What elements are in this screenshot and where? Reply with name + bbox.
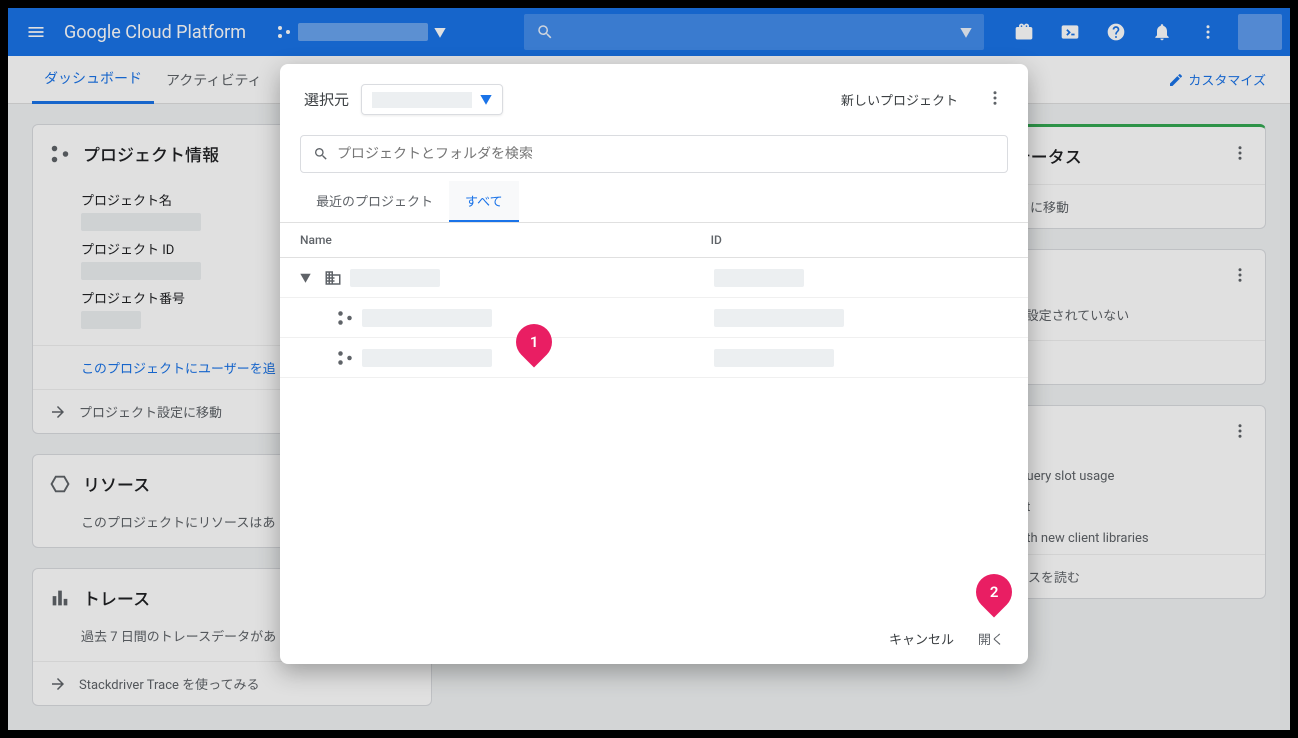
row-id-redacted [714, 309, 844, 327]
project-search[interactable] [300, 135, 1008, 173]
search-icon [313, 146, 329, 162]
tab-recent-projects[interactable]: 最近のプロジェクト [300, 181, 449, 222]
project-search-input[interactable] [337, 146, 995, 162]
row-id-redacted [714, 349, 834, 367]
row-name-redacted [362, 349, 492, 367]
row-name-redacted [350, 269, 440, 287]
row-name-redacted [362, 309, 492, 327]
project-icon [336, 349, 354, 367]
project-row[interactable] [280, 338, 1028, 378]
row-id-redacted [714, 269, 804, 287]
new-project-button[interactable]: 新しいプロジェクト [841, 90, 958, 109]
expand-icon[interactable]: ▼ [300, 270, 316, 286]
cancel-button[interactable]: キャンセル [889, 629, 954, 648]
modal-title: 選択元 [304, 89, 349, 110]
organization-icon [324, 269, 342, 287]
project-picker-modal: 選択元 ▼ 新しいプロジェクト 最近のプロジェクト すべて Name ID ▼ [280, 64, 1028, 664]
col-id: ID [711, 233, 1008, 247]
org-name-redacted [372, 92, 472, 108]
project-icon [336, 309, 354, 327]
col-name: Name [300, 233, 711, 247]
caret-down-icon: ▼ [480, 91, 492, 108]
project-row[interactable] [280, 298, 1028, 338]
open-button[interactable]: 開く [978, 629, 1004, 648]
tab-all-projects[interactable]: すべて [449, 181, 519, 222]
organization-select[interactable]: ▼ [361, 84, 503, 115]
org-row[interactable]: ▼ [280, 258, 1028, 298]
modal-more-icon[interactable] [986, 89, 1004, 111]
